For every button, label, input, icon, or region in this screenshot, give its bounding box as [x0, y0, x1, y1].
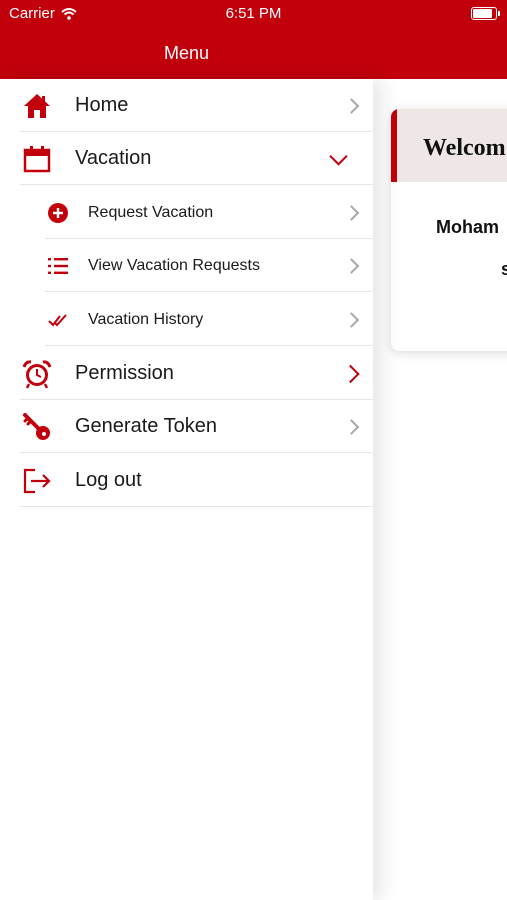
menu-item-logout-label: Log out: [75, 469, 142, 491]
divider: [20, 184, 373, 185]
menu-item-generate-token-label: Generate Token: [75, 415, 217, 437]
divider: [20, 452, 373, 453]
chevron-right-icon: [343, 257, 360, 274]
menu-item-vacation[interactable]: Vacation: [0, 132, 373, 185]
chevron-right-icon: [341, 364, 360, 383]
menu-item-home[interactable]: Home: [0, 79, 373, 132]
status-time: 6:51 PM: [225, 5, 282, 22]
battery-icon: [471, 7, 500, 20]
menu-item-generate-token[interactable]: Generate Token: [0, 400, 373, 453]
welcome-card: Welcom Moham s: [391, 109, 507, 351]
menu-title: Menu: [163, 43, 210, 63]
plus-circle-icon: [47, 202, 69, 224]
menu-item-request-vacation[interactable]: Request Vacation: [0, 186, 373, 239]
divider: [45, 345, 373, 346]
welcome-title: Welcom: [423, 135, 506, 161]
user-detail: s: [501, 259, 507, 279]
chevron-right-icon: [343, 204, 360, 221]
menu-item-vacation-history-label: Vacation History: [88, 310, 204, 328]
alarm-clock-icon: [22, 359, 52, 389]
main-content: Welcom Moham s: [373, 79, 507, 900]
chevron-right-icon: [343, 418, 360, 435]
divider: [45, 291, 373, 292]
chevron-right-icon: [343, 97, 360, 114]
list-icon: [47, 255, 69, 277]
side-menu: Home Vacation Request Vacation View Vaca…: [0, 79, 373, 900]
menu-item-home-label: Home: [75, 94, 129, 116]
chevron-right-icon: [343, 311, 360, 328]
menu-item-view-vacation-requests[interactable]: View Vacation Requests: [0, 239, 373, 292]
menu-item-view-vacation-requests-label: View Vacation Requests: [88, 256, 260, 274]
menu-item-permission[interactable]: Permission: [0, 347, 373, 400]
divider: [20, 506, 373, 507]
menu-item-permission-label: Permission: [75, 362, 174, 384]
menu-item-vacation-history[interactable]: Vacation History: [0, 293, 373, 346]
logout-icon: [22, 466, 52, 496]
menu-item-logout[interactable]: Log out: [0, 454, 373, 507]
double-check-icon: [47, 309, 69, 331]
welcome-card-header: Welcom: [391, 109, 507, 182]
chevron-down-icon[interactable]: [329, 146, 348, 166]
user-name: Moham: [436, 217, 499, 237]
menu-item-request-vacation-label: Request Vacation: [88, 203, 214, 221]
status-bar: Carrier 6:51 PM: [0, 0, 507, 28]
top-app-bar: Carrier 6:51 PM Menu: [0, 0, 507, 79]
key-icon: [22, 412, 52, 442]
home-icon: [22, 91, 52, 121]
calendar-icon: [22, 144, 52, 174]
menu-item-vacation-label: Vacation: [75, 147, 152, 169]
